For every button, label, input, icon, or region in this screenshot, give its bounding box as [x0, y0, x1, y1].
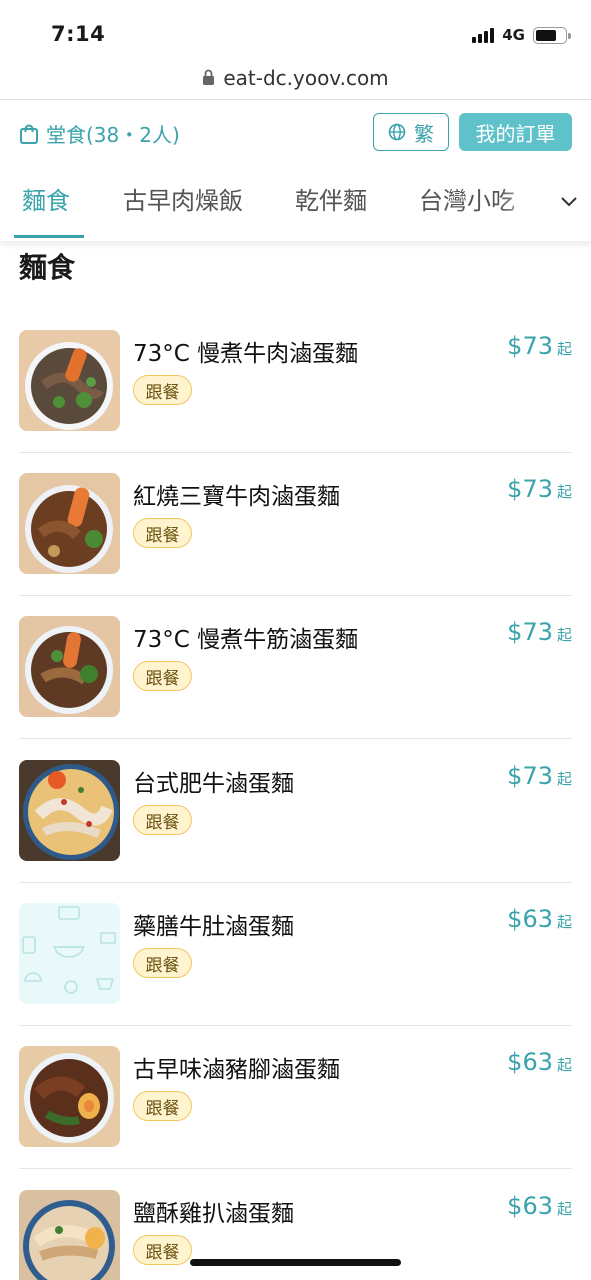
category-tabs: 麵食 古早肉燥飯 乾伴麵 台灣小吃: [0, 163, 591, 241]
divider: [19, 1168, 572, 1169]
item-name: 台式肥牛滷蛋麵: [133, 771, 294, 797]
menu-item[interactable]: 73°C 慢煮牛筋滷蛋麵 跟餐 $73 起: [0, 616, 591, 759]
menu-item[interactable]: 73°C 慢煮牛肉滷蛋麵 跟餐 $73 起: [0, 330, 591, 473]
menu-item[interactable]: 台式肥牛滷蛋麵 跟餐 $73 起: [0, 760, 591, 903]
tab-minced-pork-rice[interactable]: 古早肉燥飯: [123, 181, 243, 216]
tabs-fade: [500, 163, 540, 235]
chevron-down-icon[interactable]: [557, 189, 581, 213]
item-price: $63 起: [507, 1048, 572, 1076]
price-amount: $73: [507, 762, 553, 790]
active-tab-indicator: [14, 235, 84, 238]
network-type: 4G: [502, 26, 525, 44]
item-name: 藥膳牛肚滷蛋麵: [133, 914, 294, 940]
combo-badge: 跟餐: [133, 375, 192, 405]
item-name: 古早味滷豬腳滷蛋麵: [133, 1057, 340, 1083]
address-bar[interactable]: eat-dc.yoov.com: [0, 56, 591, 100]
lock-icon: [203, 69, 215, 85]
divider: [19, 738, 572, 739]
menu-item[interactable]: 紅燒三寶牛肉滷蛋麵 跟餐 $73 起: [0, 473, 591, 616]
app-header: 堂食(38・2人) 繁 我的訂單: [0, 101, 591, 163]
status-bar: 7:14 4G: [0, 0, 591, 56]
price-suffix: 起: [556, 340, 572, 358]
combo-badge: 跟餐: [133, 805, 192, 835]
price-suffix: 起: [556, 483, 572, 501]
price-suffix: 起: [556, 1056, 572, 1074]
tab-noodles[interactable]: 麵食: [22, 181, 70, 216]
price-amount: $63: [507, 905, 553, 933]
price-amount: $73: [507, 618, 553, 646]
price-amount: $63: [507, 1192, 553, 1220]
dine-mode-label: 堂食(38・2人): [46, 123, 180, 147]
item-price: $73 起: [507, 332, 572, 360]
item-name: 73°C 慢煮牛筋滷蛋麵: [133, 627, 359, 653]
food-photo: [19, 473, 120, 574]
item-name: 73°C 慢煮牛肉滷蛋麵: [133, 341, 359, 367]
food-photo: [19, 1190, 120, 1280]
item-price: $73 起: [507, 475, 572, 503]
food-photo: [19, 330, 120, 431]
menu-item[interactable]: 鹽酥雞扒滷蛋麵 跟餐 $63 起: [0, 1190, 591, 1280]
dine-mode-indicator[interactable]: 堂食(38・2人): [18, 119, 180, 148]
price-amount: $73: [507, 332, 553, 360]
item-price: $73 起: [507, 762, 572, 790]
shopping-bag-icon: [20, 124, 38, 144]
price-suffix: 起: [556, 1200, 572, 1218]
item-price: $63 起: [507, 1192, 572, 1220]
food-photo: [19, 760, 120, 861]
globe-icon: [388, 123, 406, 141]
combo-badge: 跟餐: [133, 1235, 192, 1265]
language-label: 繁: [414, 121, 434, 146]
section-title: 麵食: [19, 251, 76, 284]
home-indicator[interactable]: [190, 1259, 401, 1266]
menu-item[interactable]: 藥膳牛肚滷蛋麵 跟餐 $63 起: [0, 903, 591, 1046]
price-amount: $63: [507, 1048, 553, 1076]
item-name: 紅燒三寶牛肉滷蛋麵: [133, 484, 340, 510]
combo-badge: 跟餐: [133, 518, 192, 548]
battery-icon: [533, 26, 571, 44]
item-price: $73 起: [507, 618, 572, 646]
price-suffix: 起: [556, 913, 572, 931]
item-price: $63 起: [507, 905, 572, 933]
food-photo: [19, 1046, 120, 1147]
divider: [19, 595, 572, 596]
food-photo: [19, 616, 120, 717]
language-button[interactable]: 繁: [373, 113, 449, 151]
price-suffix: 起: [556, 626, 572, 644]
status-indicators: 4G: [472, 26, 571, 44]
divider: [19, 882, 572, 883]
url-text: eat-dc.yoov.com: [223, 65, 389, 90]
menu-item[interactable]: 古早味滷豬腳滷蛋麵 跟餐 $63 起: [0, 1046, 591, 1189]
combo-badge: 跟餐: [133, 1091, 192, 1121]
divider: [19, 1025, 572, 1026]
combo-badge: 跟餐: [133, 948, 192, 978]
tab-dry-noodles[interactable]: 乾伴麵: [295, 181, 367, 216]
signal-icon: [472, 27, 495, 43]
item-name: 鹽酥雞扒滷蛋麵: [133, 1201, 294, 1227]
combo-badge: 跟餐: [133, 661, 192, 691]
status-time: 7:14: [51, 22, 106, 46]
my-orders-button[interactable]: 我的訂單: [459, 113, 572, 151]
price-amount: $73: [507, 475, 553, 503]
divider: [19, 452, 572, 453]
food-placeholder-image: [19, 903, 120, 1004]
price-suffix: 起: [556, 770, 572, 788]
